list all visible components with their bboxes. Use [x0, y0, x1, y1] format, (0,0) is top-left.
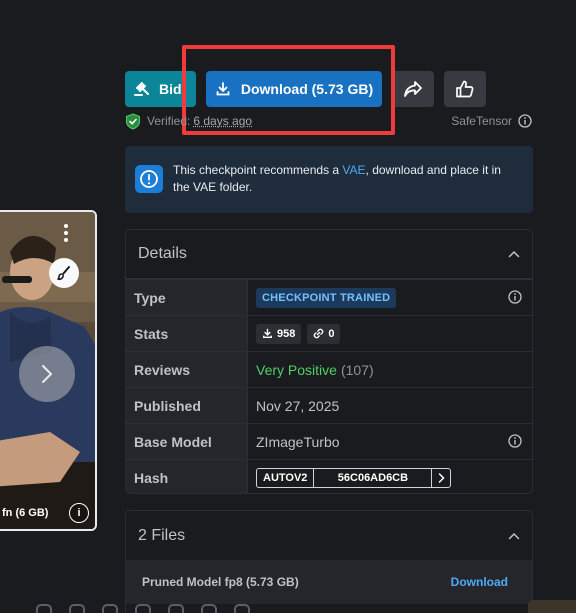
details-title: Details	[138, 245, 187, 263]
download-label: Download (5.73 GB)	[241, 81, 373, 97]
remix-brush-button[interactable]	[49, 258, 79, 288]
hash-label: Hash	[126, 460, 248, 494]
tiktok-icon[interactable]	[168, 604, 184, 613]
verified-label: Verified:	[147, 114, 190, 128]
reviews-count: (107)	[341, 362, 374, 378]
footer-social-icons	[0, 604, 576, 613]
thumbs-up-icon	[455, 79, 475, 99]
instagram-icon[interactable]	[102, 604, 118, 613]
details-row-hash: Hash AUTOV2 56C06AD6CB	[126, 459, 532, 494]
file-item: Pruned Model fp8 (5.73 GB) Download	[126, 560, 532, 604]
preview-image-card[interactable]: fn (6 GB) i	[0, 210, 97, 531]
bid-label: Bid	[159, 81, 182, 97]
reddit-icon[interactable]	[201, 604, 217, 613]
gavel-icon	[134, 81, 150, 97]
file-download-link[interactable]: Download	[451, 575, 508, 589]
hash-algorithm[interactable]: AUTOV2	[257, 469, 314, 487]
details-row-published: Published Nov 27, 2025	[126, 387, 532, 423]
links-stat: 0	[307, 324, 340, 344]
more-options-icon[interactable]	[64, 224, 68, 242]
download-count-icon	[262, 328, 273, 339]
info-icon[interactable]	[518, 114, 532, 128]
verified-date[interactable]: 6 days ago	[193, 114, 252, 128]
file-name: Pruned Model fp8 (5.73 GB)	[142, 575, 299, 589]
details-row-type: Type CHECKPOINT TRAINED	[126, 279, 532, 315]
bid-button[interactable]: Bid	[125, 71, 196, 107]
base-model-label: Base Model	[126, 424, 248, 459]
files-panel: 2 Files Pruned Model fp8 (5.73 GB) Downl…	[125, 510, 533, 613]
base-model-value: ZImageTurbo	[248, 424, 532, 459]
download-icon	[215, 81, 231, 97]
next-image-button[interactable]	[19, 346, 75, 402]
corner-widget[interactable]	[528, 600, 576, 613]
x-icon[interactable]	[69, 604, 85, 613]
files-header[interactable]: 2 Files	[126, 511, 532, 560]
download-button[interactable]: Download (5.73 GB)	[206, 71, 382, 107]
verified-status: Verified: 6 days ago	[125, 112, 252, 130]
base-model-info-icon[interactable]	[508, 434, 522, 448]
details-row-base-model: Base Model ZImageTurbo	[126, 423, 532, 459]
reviews-sentiment[interactable]: Very Positive	[256, 362, 337, 378]
link-icon	[313, 328, 324, 339]
details-panel: Details Type CHECKPOINT TRAINED Stats 95…	[125, 229, 533, 494]
published-value: Nov 27, 2025	[248, 388, 532, 423]
alert-text-before: This checkpoint recommends a	[173, 163, 342, 177]
alert-circle-icon	[135, 165, 163, 193]
vae-recommendation-alert: This checkpoint recommends a VAE, downlo…	[125, 146, 533, 213]
details-row-stats: Stats 958 0	[126, 315, 532, 351]
chevron-right-icon[interactable]	[432, 469, 450, 487]
files-title: 2 Files	[138, 527, 185, 545]
like-button[interactable]	[444, 71, 486, 107]
brush-icon	[56, 265, 72, 281]
hash-value[interactable]: 56C06AD6CB	[314, 469, 432, 487]
stats-label: Stats	[126, 316, 248, 351]
share-icon	[403, 80, 423, 98]
links-count: 0	[328, 328, 334, 340]
reviews-label: Reviews	[126, 352, 248, 387]
type-info-icon[interactable]	[508, 290, 522, 304]
safetensor-label: SafeTensor	[451, 114, 512, 128]
published-label: Published	[126, 388, 248, 423]
share-button[interactable]	[392, 71, 434, 107]
hash-selector[interactable]: AUTOV2 56C06AD6CB	[256, 468, 451, 488]
downloads-stat: 958	[256, 324, 301, 344]
type-label: Type	[126, 280, 248, 315]
chevron-up-icon[interactable]	[508, 532, 520, 540]
vae-link[interactable]: VAE	[342, 163, 365, 177]
alert-text: This checkpoint recommends a VAE, downlo…	[173, 162, 519, 196]
discord-icon[interactable]	[36, 604, 52, 613]
safetensor-format: SafeTensor	[451, 112, 532, 130]
details-header[interactable]: Details	[126, 230, 532, 279]
youtube-icon[interactable]	[135, 604, 151, 613]
shield-check-icon	[125, 113, 141, 130]
github-icon[interactable]	[234, 604, 250, 613]
chevron-up-icon[interactable]	[508, 250, 520, 258]
type-badge: CHECKPOINT TRAINED	[256, 288, 396, 308]
chevron-right-icon	[40, 364, 54, 384]
downloads-count: 958	[277, 328, 295, 340]
details-row-reviews: Reviews Very Positive (107)	[126, 351, 532, 387]
image-info-icon[interactable]: i	[69, 503, 89, 523]
